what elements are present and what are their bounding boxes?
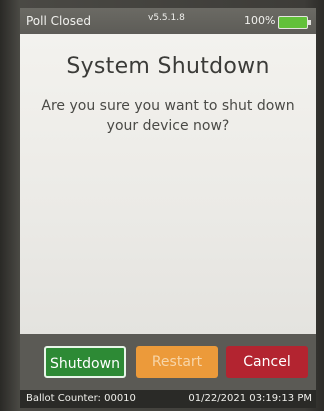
cancel-button[interactable]: Cancel [226, 346, 308, 378]
dialog-title: System Shutdown [66, 54, 270, 79]
poll-status: Poll Closed [26, 14, 91, 28]
footer-bar: Ballot Counter: 00010 01/22/2021 03:19:1… [20, 390, 316, 408]
battery-full-icon [278, 16, 311, 29]
battery-percent: 100% [244, 14, 276, 27]
status-bar: Poll Closed v5.5.1.8 100% [20, 8, 316, 34]
ballot-counter: Ballot Counter: 00010 [26, 393, 136, 404]
date-time: 01/22/2021 03:19:13 PM [188, 393, 312, 404]
shutdown-button[interactable]: Shutdown [44, 346, 126, 378]
dialog-body: System Shutdown Are you sure you want to… [20, 34, 316, 334]
restart-button[interactable]: Restart [136, 346, 218, 378]
device-frame: Poll Closed v5.5.1.8 100% System Shutdow… [0, 0, 324, 411]
dialog-message: Are you sure you want to shut down your … [41, 98, 295, 134]
device-screen: Poll Closed v5.5.1.8 100% System Shutdow… [20, 8, 316, 408]
software-version: v5.5.1.8 [148, 13, 185, 23]
button-bar: Shutdown Restart Cancel [20, 334, 316, 390]
